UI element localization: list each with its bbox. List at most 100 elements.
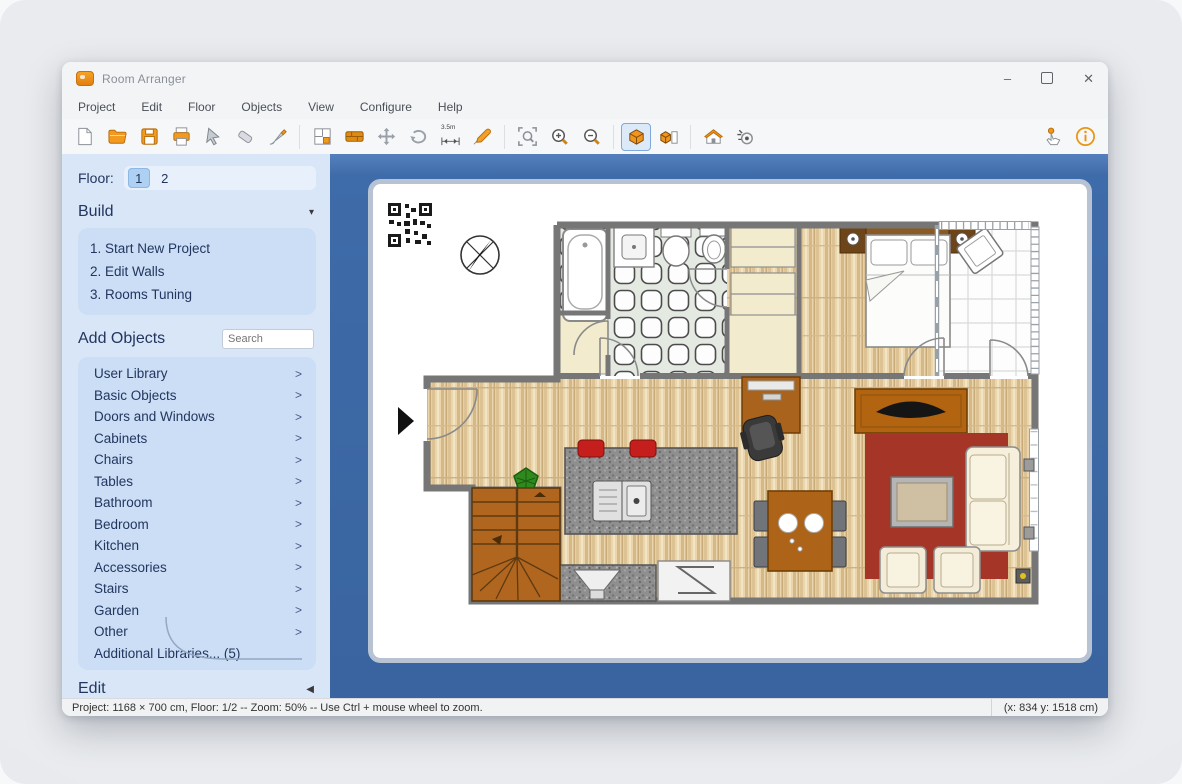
maximize-button[interactable] [1041, 72, 1053, 86]
kitchen-counter[interactable] [560, 565, 656, 601]
view-3d-button[interactable] [653, 123, 683, 151]
library-item-chairs[interactable]: Chairs> [78, 449, 316, 471]
rotate-object-button[interactable] [403, 123, 433, 151]
library-item-accessories[interactable]: Accessories> [78, 557, 316, 579]
compass[interactable] [461, 236, 499, 274]
chevron-right-icon: > [295, 388, 302, 402]
stairs[interactable] [472, 488, 560, 601]
build-step-start-new-project[interactable]: 1. Start New Project [90, 237, 304, 260]
menu-help[interactable]: Help [438, 100, 463, 114]
maximize-icon [1041, 72, 1053, 84]
coffee-table[interactable] [891, 477, 953, 527]
sidebar: Floor: 1 2 Build ▾ 1. Start New Project … [62, 154, 330, 699]
brush-tool-button[interactable] [262, 123, 292, 151]
menu-project[interactable]: Project [78, 100, 115, 114]
save-button[interactable] [134, 123, 164, 151]
view-2d-button[interactable] [621, 123, 651, 151]
walkthrough-button[interactable] [730, 123, 760, 151]
touch-pointer-button[interactable] [1038, 123, 1068, 151]
close-button[interactable]: ✕ [1083, 72, 1094, 85]
zoom-out-button[interactable] [576, 123, 606, 151]
toolbar-separator [504, 125, 505, 149]
floor-tab-2[interactable]: 2 [154, 168, 176, 188]
chevron-right-icon: > [295, 582, 302, 596]
bathroom-sink[interactable] [614, 227, 654, 267]
library-item-basic-objects[interactable]: Basic Objects> [78, 385, 316, 407]
library-item-additional-libraries[interactable]: Additional Libraries... (5) [78, 643, 316, 665]
pointer-tool-button[interactable] [198, 123, 228, 151]
zoom-in-button[interactable] [544, 123, 574, 151]
library-item-other[interactable]: Other> [78, 621, 316, 643]
canvas-area[interactable] [330, 154, 1108, 699]
floor-tab-1[interactable]: 1 [128, 168, 150, 188]
library-item-user-library[interactable]: User Library> [78, 363, 316, 385]
appliance-cabinet[interactable] [658, 561, 730, 601]
zoom-window-button[interactable] [512, 123, 542, 151]
build-step-rooms-tuning[interactable]: 3. Rooms Tuning [90, 283, 304, 306]
floor-plan[interactable] [368, 179, 1092, 663]
draw-tool-button[interactable] [467, 123, 497, 151]
library-item-bedroom[interactable]: Bedroom> [78, 514, 316, 536]
edit-section-header[interactable]: Edit ◀ [78, 680, 314, 698]
corner-object[interactable] [1016, 569, 1030, 583]
toolbar-separator [613, 125, 614, 149]
bidet[interactable] [700, 227, 728, 263]
library-item-cabinets[interactable]: Cabinets> [78, 428, 316, 450]
house-view-button[interactable] [698, 123, 728, 151]
menu-configure[interactable]: Configure [360, 100, 412, 114]
cushion [970, 455, 1006, 499]
library-item-garden[interactable]: Garden> [78, 600, 316, 622]
library-item-bathroom[interactable]: Bathroom> [78, 492, 316, 514]
tv-cabinet[interactable] [855, 389, 967, 433]
menu-objects[interactable]: Objects [241, 100, 282, 114]
eraser-tool-button[interactable] [230, 123, 260, 151]
open-button[interactable] [102, 123, 132, 151]
bathtub[interactable] [563, 229, 607, 321]
menu-floor[interactable]: Floor [188, 100, 215, 114]
search-input[interactable] [222, 329, 314, 349]
build-section-header[interactable]: Build ▾ [78, 203, 314, 221]
toolbar-separator [690, 125, 691, 149]
library-item-kitchen[interactable]: Kitchen> [78, 535, 316, 557]
collapse-triangle-left-icon: ◀ [306, 684, 314, 695]
chevron-right-icon: > [295, 410, 302, 424]
library-item-doors-and-windows[interactable]: Doors and Windows> [78, 406, 316, 428]
floor-tabstrip: 1 2 [124, 166, 316, 190]
closet-room [729, 315, 797, 374]
wall-tool-button[interactable] [339, 123, 369, 151]
pillow [911, 240, 947, 265]
plate [779, 514, 798, 533]
chevron-right-icon: > [295, 431, 302, 445]
chevron-right-icon: > [295, 367, 302, 381]
info-button[interactable] [1070, 123, 1100, 151]
status-coordinates: (x: 834 y: 1518 cm) [991, 699, 1098, 716]
toilet[interactable] [661, 227, 691, 266]
new-project-button[interactable] [70, 123, 100, 151]
move-object-button[interactable] [371, 123, 401, 151]
measure-tool-button[interactable]: 3.5m [435, 123, 465, 151]
kitchen-island[interactable] [565, 448, 737, 534]
print-button[interactable] [166, 123, 196, 151]
chevron-right-icon: > [295, 474, 302, 488]
wall-bracket [1024, 527, 1034, 539]
wall-bracket [1024, 459, 1034, 471]
armchair[interactable] [934, 547, 980, 593]
chevron-right-icon: > [295, 517, 302, 531]
add-objects-title: Add Objects [78, 330, 165, 348]
menu-view[interactable]: View [308, 100, 334, 114]
floorplan-button[interactable] [307, 123, 337, 151]
chevron-right-icon: > [295, 453, 302, 467]
sofa[interactable] [966, 447, 1020, 551]
library-item-stairs[interactable]: Stairs> [78, 578, 316, 600]
dining-table[interactable] [768, 491, 832, 571]
edit-title: Edit [78, 680, 106, 698]
menu-edit[interactable]: Edit [141, 100, 162, 114]
minimize-button[interactable]: – [1004, 72, 1011, 85]
library-item-tables[interactable]: Tables> [78, 471, 316, 493]
toolbar: 3.5m [62, 119, 1108, 155]
armchair[interactable] [880, 547, 926, 593]
plan-page[interactable] [368, 179, 1092, 663]
chevron-right-icon: > [295, 496, 302, 510]
build-step-edit-walls[interactable]: 2. Edit Walls [90, 260, 304, 283]
build-panel: 1. Start New Project 2. Edit Walls 3. Ro… [78, 228, 316, 315]
